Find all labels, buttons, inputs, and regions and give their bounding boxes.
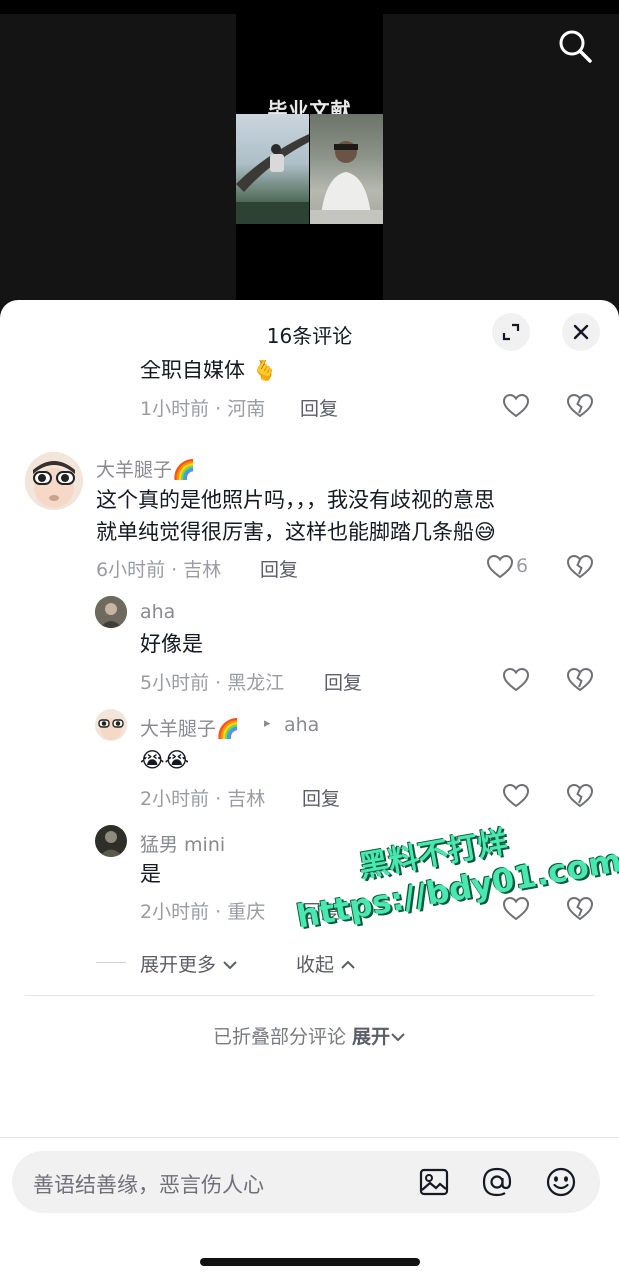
expand-label: 展开 <box>352 1026 391 1048</box>
comment-username[interactable]: 大羊腿子🌈 <box>96 455 196 482</box>
avatar[interactable] <box>95 596 127 628</box>
reply-text: 好像是 <box>140 632 203 656</box>
chevron-down-icon <box>391 1033 405 1042</box>
reply-username[interactable]: 猛男 mini <box>140 830 225 857</box>
video-player[interactable]: 毕业文献 <box>0 0 619 310</box>
expand-more-label: 展开更多 <box>140 954 217 976</box>
close-button[interactable] <box>562 313 600 351</box>
mention-icon[interactable] <box>481 1166 513 1198</box>
reply-username[interactable]: aha <box>140 601 175 623</box>
reply-username[interactable]: 大羊腿子🌈 <box>140 714 240 741</box>
comment-input-placeholder: 善语结善缘，恶言伤人心 <box>33 1173 264 1197</box>
comment-input[interactable]: 善语结善缘，恶言伤人心 <box>12 1151 600 1213</box>
expand-collapsed-button[interactable]: 展开 <box>352 1026 406 1048</box>
reply-time-location: 2小时前 · 吉林 <box>140 788 266 810</box>
reply-button[interactable]: 回复 <box>260 555 298 582</box>
comment-text-line-1: 这个真的是他照片吗，，，我没有歧视的意思 <box>96 488 495 512</box>
dislike-icon[interactable] <box>566 553 594 581</box>
avatar[interactable] <box>25 452 83 510</box>
comment-time-location: 1小时前 · 河南 <box>140 398 266 420</box>
section-divider <box>25 995 594 996</box>
like-icon[interactable] <box>502 666 530 694</box>
like-icon[interactable] <box>502 782 530 810</box>
expand-icon <box>502 323 520 341</box>
image-icon[interactable] <box>418 1166 450 1198</box>
reply-text: 是 <box>140 862 161 886</box>
comment-text-line-2: 就单纯觉得很厉害，这样也能脚踏几条船😅 <box>96 520 496 544</box>
thread-divider <box>96 962 126 963</box>
reply-time-location: 5小时前 · 黑龙江 <box>140 672 285 694</box>
dislike-icon[interactable] <box>566 782 594 810</box>
like-icon[interactable] <box>502 895 530 923</box>
status-bar <box>0 0 619 14</box>
avatar[interactable] <box>95 825 127 857</box>
comment-time-location: 6小时前 · 吉林 <box>96 559 222 581</box>
dislike-icon[interactable] <box>566 895 594 923</box>
comment-text: 全职自媒体 🫰 <box>140 360 278 382</box>
collapse-button[interactable]: 收起 <box>296 950 356 977</box>
chevron-down-icon <box>223 961 237 970</box>
reply-button[interactable]: 回复 <box>302 784 340 811</box>
like-count: 6 <box>516 555 529 577</box>
search-icon <box>559 30 592 63</box>
collapse-label: 收起 <box>296 954 335 976</box>
comments-header: 16条评论 <box>0 300 619 364</box>
reply-to-username[interactable]: aha <box>284 714 319 736</box>
fullscreen-button[interactable] <box>492 313 530 351</box>
comments-sheet: 16条评论 全职自媒体 🫰 1小时前 · 河南 回复 大羊腿子🌈 这个真的是他照… <box>0 300 619 1280</box>
reply-to-arrow-icon: ▸ <box>264 716 271 731</box>
chevron-up-icon <box>341 960 355 969</box>
expand-more-button[interactable]: 展开更多 <box>140 950 238 977</box>
home-indicator <box>200 1258 420 1266</box>
reply-text: 😭😭 <box>140 748 190 772</box>
video-photo-left <box>236 114 309 224</box>
collapsed-note-text: 已折叠部分评论 <box>212 1026 346 1048</box>
reply-time-location: 2小时前 · 重庆 <box>140 901 266 923</box>
reply-button[interactable]: 回复 <box>300 394 338 421</box>
like-icon[interactable] <box>486 553 514 581</box>
comment-input-bar: 善语结善缘，恶言伤人心 <box>0 1137 619 1280</box>
emoji-icon[interactable] <box>545 1166 577 1198</box>
avatar[interactable] <box>95 709 127 741</box>
close-icon <box>573 324 589 340</box>
dislike-icon[interactable] <box>566 666 594 694</box>
collapsed-comments-note: 已折叠部分评论 展开 <box>0 1022 619 1049</box>
like-icon[interactable] <box>502 392 530 420</box>
video-frame: 毕业文献 <box>236 14 383 310</box>
search-button[interactable] <box>557 28 593 64</box>
reply-button[interactable]: 回复 <box>324 668 362 695</box>
reply-button[interactable]: 回复 <box>302 897 340 924</box>
dislike-icon[interactable] <box>566 392 594 420</box>
video-photo-right <box>310 114 383 224</box>
watermark-line-1: 黑料不打烊 <box>356 824 511 886</box>
